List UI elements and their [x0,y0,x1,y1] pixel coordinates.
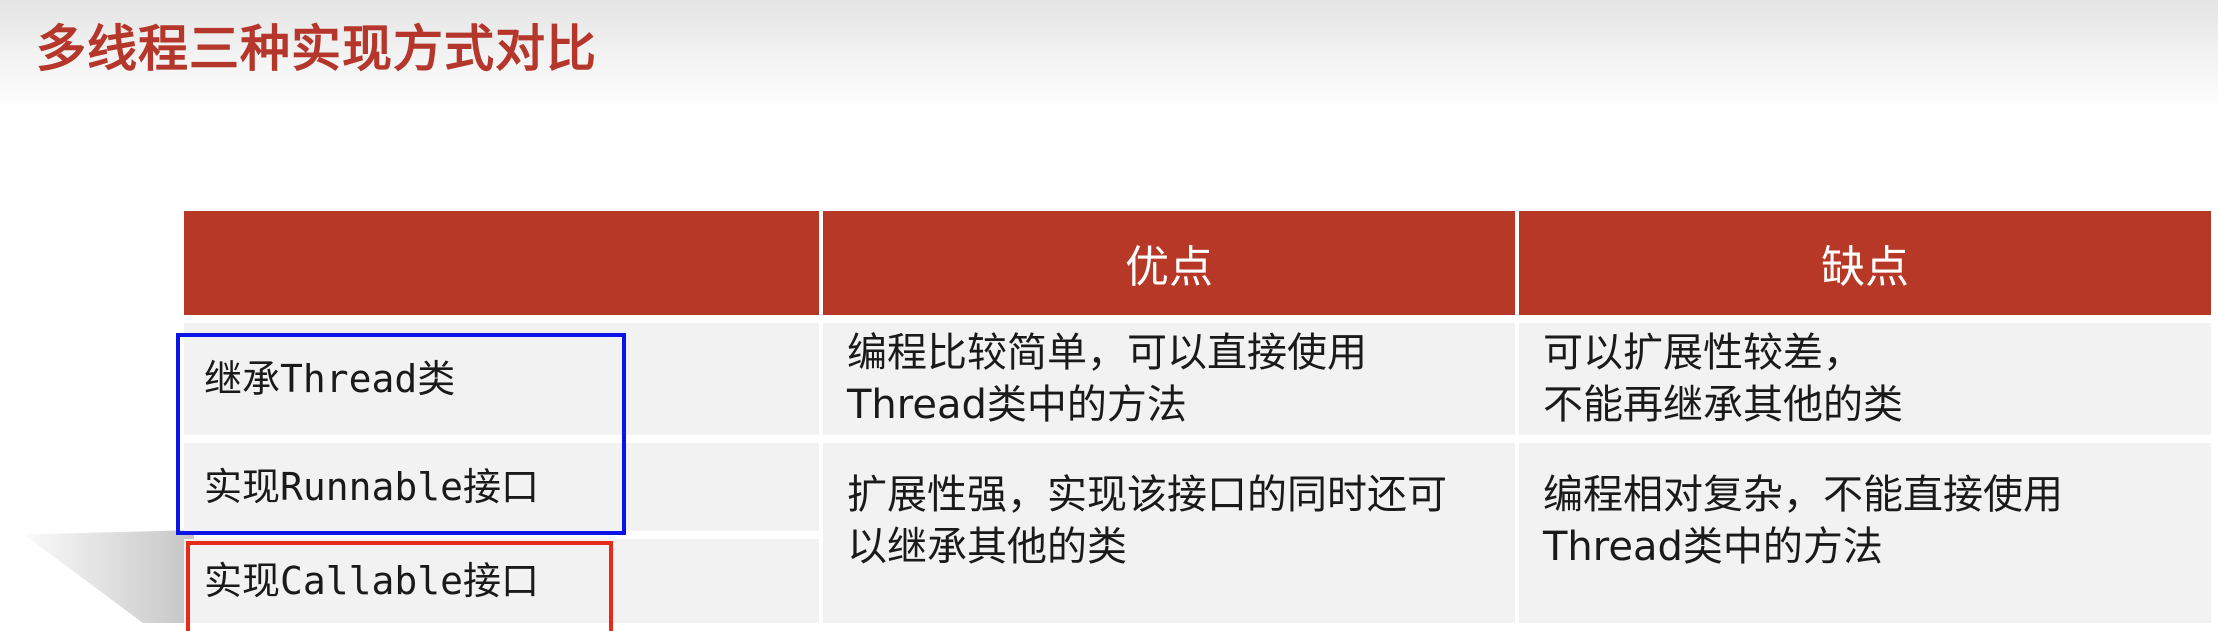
cons-line: 可以扩展性较差， [1543,330,1863,376]
method-cell-thread: 继承Thread类 [184,323,819,435]
header-cell-cons: 缺点 [1519,211,2211,315]
pros-line: 以继承其他的类 [847,524,1127,570]
method-label: 实现Callable接口 [204,559,540,603]
pros-line: Thread类中的方法 [847,382,1187,428]
method-cell-runnable: 实现Runnable接口 [184,443,819,531]
decorative-shadow [24,530,194,623]
method-label: 继承Thread类 [204,357,456,401]
pros-cell-interfaces: 扩展性强，实现该接口的同时还可 以继承其他的类 [823,443,1515,623]
header-cell-empty [184,211,819,315]
method-cell-callable: 实现Callable接口 [184,539,819,623]
cons-cell-thread: 可以扩展性较差， 不能再继承其他的类 [1519,323,2211,435]
pros-line: 编程比较简单，可以直接使用 [847,330,1367,376]
pros-cell-thread: 编程比较简单，可以直接使用 Thread类中的方法 [823,323,1515,435]
cons-cell-interfaces: 编程相对复杂，不能直接使用 Thread类中的方法 [1519,443,2211,623]
cons-line: 编程相对复杂，不能直接使用 [1543,472,2063,518]
page-title: 多线程三种实现方式对比 [36,20,597,78]
header-cell-pros: 优点 [823,211,1515,315]
pros-line: 扩展性强，实现该接口的同时还可 [847,472,1447,518]
cons-line: 不能再继承其他的类 [1543,382,1903,428]
cons-line: Thread类中的方法 [1543,524,1883,570]
method-label: 实现Runnable接口 [204,465,540,509]
